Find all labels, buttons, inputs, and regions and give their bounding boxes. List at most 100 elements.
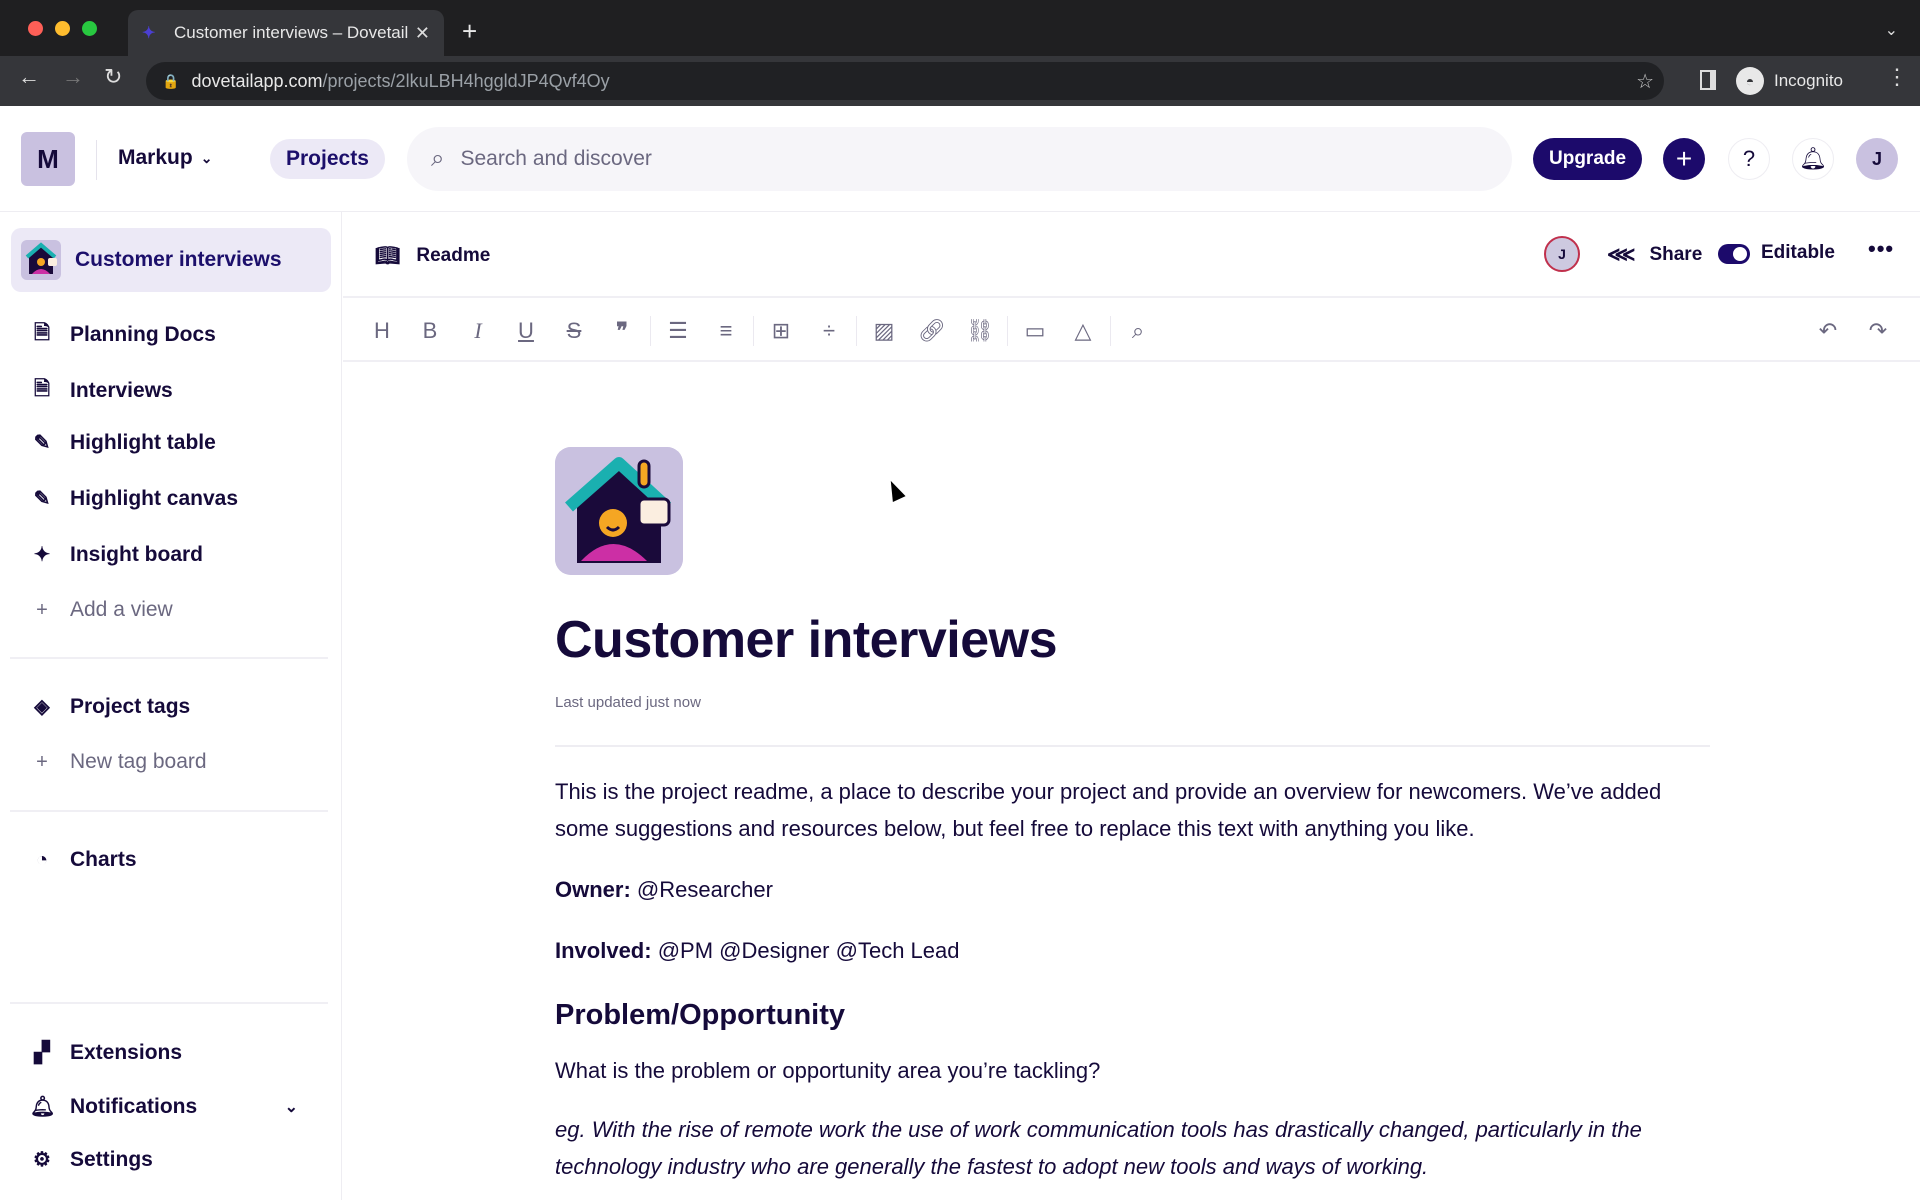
url-domain: dovetailapp.com [191,70,323,91]
close-tab-icon[interactable]: ✕ [415,23,430,44]
user-avatar[interactable]: J [1856,138,1898,180]
sidebar-item-project-tags[interactable]: ◈ Project tags [30,694,190,719]
incognito-profile[interactable]: ◓ Incognito [1736,62,1843,100]
more-options-icon[interactable]: ••• [1868,236,1894,262]
involved-value: @PM @Designer @Tech Lead [651,938,960,963]
add-view-label: Add a view [70,598,173,621]
side-panel-icon[interactable] [1700,70,1716,90]
readme-breadcrumb[interactable]: 📖︎ Readme [375,243,490,268]
sidebar: Customer interviews 🗎 Planning Docs 🗎 Inte… [0,212,342,1200]
quote-icon[interactable]: ❞ [607,316,637,346]
address-bar[interactable]: 🔒 dovetailapp.com/projects/2lkuLBH4hggld… [146,62,1664,100]
share-button[interactable]: ⋘ Share [1607,242,1702,267]
toolbar-divider [650,316,651,346]
zoom-window-button[interactable] [82,21,97,36]
sidebar-item-highlight-table[interactable]: ✎ Highlight table [30,430,216,455]
editable-label: Editable [1761,242,1835,263]
editor-toolbar: H B I U S ❞ ☰ ≡ ⊞ ÷ ▨ 🔗︎ ⛓ ▭ △ ⌕ ↶ ↷ [343,300,1920,362]
divider [555,745,1710,747]
toolbar-divider [1007,316,1008,346]
search-input[interactable]: ⌕ Search and discover [407,127,1512,191]
tag-icon: ◈ [34,696,50,718]
redo-icon[interactable]: ↷ [1863,316,1893,346]
extensions-icon: ▞ [34,1042,50,1064]
forward-icon[interactable]: → [62,64,84,90]
editable-toggle[interactable] [1718,244,1750,264]
video-icon[interactable]: ▭ [1020,316,1050,346]
intro-paragraph[interactable]: This is the project readme, a place to d… [555,773,1710,847]
strikethrough-icon[interactable]: S [559,316,589,346]
add-view-button[interactable]: + Add a view [30,598,173,622]
dovetail-favicon-icon: ✦ [142,25,156,42]
share-label: Share [1649,243,1703,265]
sidebar-project-customer-interviews[interactable]: Customer interviews [11,228,331,292]
sidebar-item-insight-board[interactable]: ✦ Insight board [30,542,203,567]
workspace-switcher[interactable]: Markup ⌄ [118,146,212,170]
sidebar-item-charts[interactable]: ◔ Charts [30,848,137,872]
toolbar-divider [856,316,857,346]
underline-icon[interactable]: U [511,316,541,346]
tab-title: Customer interviews – Dovetail [174,23,409,42]
collaborator-avatar[interactable]: J [1544,236,1580,272]
owner-line[interactable]: Owner: @Researcher [555,871,1710,908]
readme-label: Readme [416,244,491,266]
projects-button[interactable]: Projects [270,139,385,179]
find-icon[interactable]: ⌕ [1123,316,1153,346]
minimize-window-button[interactable] [55,21,70,36]
new-tag-board-button[interactable]: + New tag board [30,750,206,774]
create-plus-button[interactable]: + [1663,138,1705,180]
sidebar-item-extensions[interactable]: ▞ Extensions [30,1040,182,1065]
share-icon: ⋘ [1607,244,1636,266]
new-tab-button[interactable]: + [462,16,477,47]
browser-tab[interactable]: ✦ Customer interviews – Dovetail ✕ [128,10,444,56]
sidebar-item-settings[interactable]: ⚙ Settings [30,1147,153,1172]
example-paragraph[interactable]: eg. With the rise of remote work the use… [555,1111,1710,1185]
chevron-down-icon: ⌄ [200,149,213,166]
reload-icon[interactable]: ↻ [104,64,122,90]
bold-icon[interactable]: B [415,316,445,346]
help-icon[interactable]: ? [1728,138,1770,180]
heading-icon[interactable]: H [367,316,397,346]
sidebar-item-notifications[interactable]: 🔔︎ Notifications ⌄ [30,1094,320,1119]
sidebar-item-label: Notifications [70,1094,198,1118]
numbered-list-icon[interactable]: ≡ [711,316,741,346]
workspace-avatar[interactable]: M [21,132,75,186]
bell-icon[interactable]: 🔔︎ [1792,138,1834,180]
upgrade-button[interactable]: Upgrade [1533,138,1643,180]
sidebar-item-planning-docs[interactable]: 🗎 Planning Docs [30,318,216,352]
sidebar-item-label: Planning Docs [70,323,216,346]
plus-icon: + [36,750,48,773]
undo-icon[interactable]: ↶ [1813,316,1843,346]
section-heading[interactable]: Problem/Opportunity [555,999,1710,1032]
divider [10,657,328,659]
involved-line[interactable]: Involved: @PM @Designer @Tech Lead [555,932,1710,969]
page-title[interactable]: Customer interviews [555,610,1710,670]
unlink-icon[interactable]: ⛓ [965,316,995,346]
close-window-button[interactable] [28,21,43,36]
divider-icon[interactable]: ÷ [814,316,844,346]
back-icon[interactable]: ← [18,64,40,90]
italic-icon[interactable]: I [463,316,493,346]
google-drive-icon[interactable]: △ [1068,316,1098,346]
tab-search-chevron-icon[interactable]: ⌄ [1885,20,1898,40]
question-paragraph[interactable]: What is the problem or opportunity area … [555,1052,1710,1089]
divider [96,140,97,180]
bookmark-star-icon[interactable]: ☆ [1636,69,1654,94]
sidebar-item-interviews[interactable]: 🗎 Interviews [30,374,173,408]
owner-value: @Researcher [630,877,773,902]
link-icon[interactable]: 🔗︎ [917,316,947,346]
sidebar-item-highlight-canvas[interactable]: ✎ Highlight canvas [30,486,238,511]
gear-icon: ⚙ [33,1149,51,1171]
project-house-icon[interactable] [555,447,683,575]
sidebar-item-label: Insight board [70,542,203,566]
bullet-list-icon[interactable]: ☰ [663,316,693,346]
sidebar-item-label: Interviews [70,379,173,402]
table-icon[interactable]: ⊞ [766,316,796,346]
search-placeholder: Search and discover [460,147,652,170]
browser-menu-icon[interactable]: ⋮ [1886,64,1908,90]
document-body[interactable]: Customer interviews Last updated just no… [555,447,1710,1185]
chevron-down-icon[interactable]: ⌄ [285,1097,298,1117]
project-house-icon [21,240,61,280]
divider [10,1002,328,1004]
image-icon[interactable]: ▨ [869,316,899,346]
